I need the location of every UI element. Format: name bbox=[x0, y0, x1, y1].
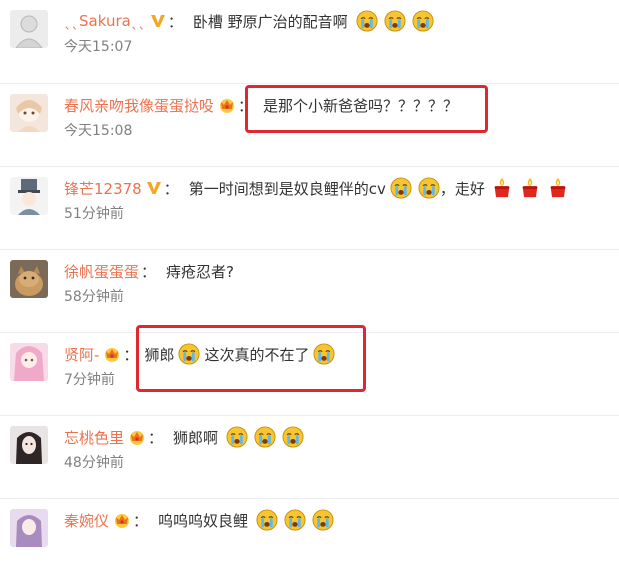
username[interactable]: 秦婉仪 bbox=[64, 510, 109, 531]
crying-emoji-icon bbox=[282, 426, 304, 448]
crying-emoji-icon bbox=[178, 343, 200, 365]
crying-emoji-icon bbox=[313, 343, 335, 365]
username[interactable]: 徐帆蛋蛋蛋 bbox=[64, 261, 139, 282]
timestamp: 58分钟前 bbox=[64, 289, 124, 305]
avatar[interactable] bbox=[10, 94, 48, 132]
comment-text: 狮郎 bbox=[144, 345, 175, 364]
candle-emoji-icon bbox=[491, 177, 513, 199]
comment-item: 贤阿- ： 狮郎 这次真的不在了 7分钟前 bbox=[0, 332, 619, 416]
crying-emoji-icon bbox=[226, 426, 248, 448]
crying-emoji-icon bbox=[284, 509, 306, 531]
crown-badge-icon bbox=[128, 429, 146, 445]
avatar[interactable] bbox=[10, 177, 48, 215]
crying-emoji-icon bbox=[384, 10, 406, 32]
username[interactable]: 贤阿- bbox=[64, 344, 99, 365]
verified-v-icon bbox=[150, 13, 166, 29]
username[interactable]: 锋芒12378 bbox=[64, 178, 142, 199]
comment-text-suffix: ，走好 bbox=[439, 179, 485, 198]
avatar[interactable] bbox=[10, 260, 48, 298]
comment-text: 呜呜呜奴良鲤 bbox=[158, 511, 249, 530]
comment-item: 徐帆蛋蛋蛋 ： 痔疮忍者? 58分钟前 bbox=[0, 249, 619, 333]
crown-badge-icon bbox=[103, 346, 121, 362]
crown-badge-icon bbox=[218, 97, 236, 113]
crying-emoji-icon bbox=[356, 10, 378, 32]
avatar[interactable] bbox=[10, 509, 48, 547]
crying-emoji-icon bbox=[390, 177, 412, 199]
crying-emoji-icon bbox=[256, 509, 278, 531]
verified-v-icon bbox=[146, 180, 162, 196]
comment-item: 锋芒12378 ： 第一时间想到是奴良鲤伴的cv ，走好 51分钟前 bbox=[0, 166, 619, 250]
comment-text: 痔疮忍者? bbox=[166, 262, 234, 281]
comment-item: ˎˎSakuraˎˎ ： 卧槽 野原广治的配音啊 今天15:07 bbox=[0, 0, 619, 83]
comment-item: 忘桃色里 ： 狮郎啊 48分钟前 bbox=[0, 415, 619, 499]
timestamp: 7分钟前 bbox=[64, 372, 115, 388]
timestamp: 今天15:08 bbox=[64, 123, 133, 139]
comment-text: 是那个小新爸爸吗？？？？？ bbox=[263, 96, 459, 115]
crying-emoji-icon bbox=[418, 177, 440, 199]
crying-emoji-icon bbox=[412, 10, 434, 32]
timestamp: 51分钟前 bbox=[64, 206, 124, 222]
username[interactable]: 忘桃色里 bbox=[64, 427, 124, 448]
comment-item: 秦婉仪 ： 呜呜呜奴良鲤 bbox=[0, 498, 619, 582]
candle-emoji-icon bbox=[547, 177, 569, 199]
avatar[interactable] bbox=[10, 10, 48, 48]
crying-emoji-icon bbox=[312, 509, 334, 531]
candle-emoji-icon bbox=[519, 177, 541, 199]
crown-badge-icon bbox=[113, 512, 131, 528]
comment-text: 狮郎啊 bbox=[173, 428, 219, 447]
avatar[interactable] bbox=[10, 426, 48, 464]
comment-text: 卧槽 野原广治的配音啊 bbox=[192, 12, 348, 31]
comment-text: 第一时间想到是奴良鲤伴的cv bbox=[188, 179, 386, 198]
username[interactable]: ˎˎSakuraˎˎ bbox=[64, 12, 146, 30]
comment-item: 春风亲吻我像蛋蛋挞吺 ： 是那个小新爸爸吗？？？？？ 今天15:08 bbox=[0, 83, 619, 167]
timestamp: 48分钟前 bbox=[64, 455, 124, 471]
avatar[interactable] bbox=[10, 343, 48, 381]
comment-text-suffix: 这次真的不在了 bbox=[204, 345, 310, 364]
crying-emoji-icon bbox=[254, 426, 276, 448]
username[interactable]: 春风亲吻我像蛋蛋挞吺 bbox=[64, 95, 214, 116]
timestamp: 今天15:07 bbox=[64, 39, 133, 55]
